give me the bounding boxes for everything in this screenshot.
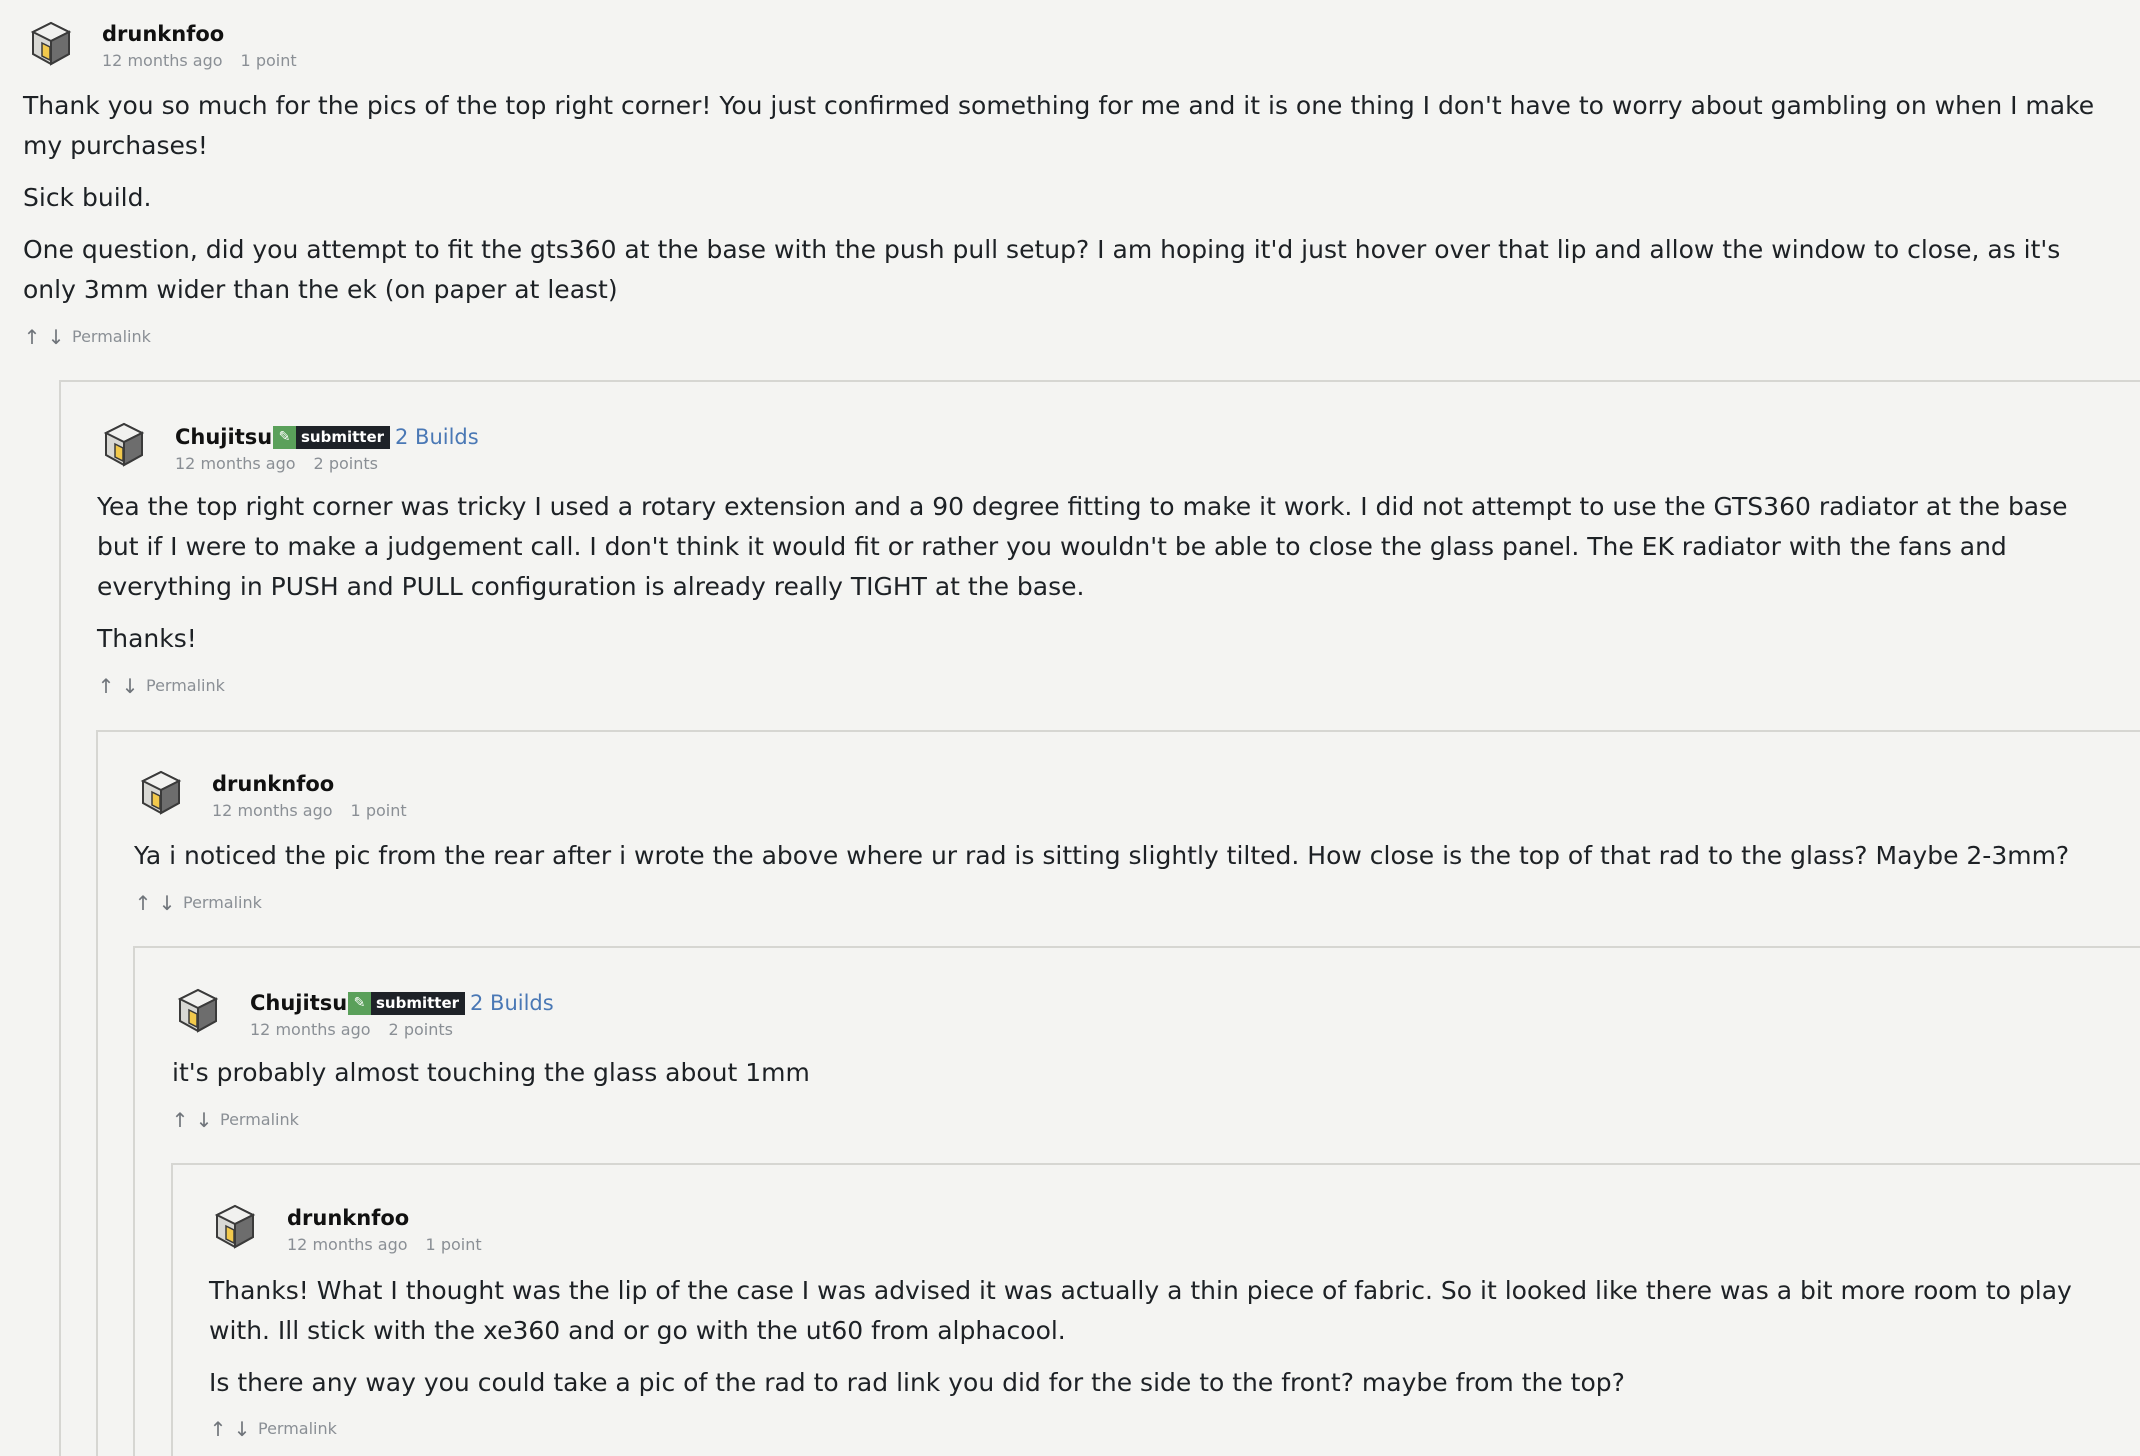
points: 1 point — [425, 1235, 482, 1254]
comment-paragraph: it's probably almost touching the glass … — [172, 1058, 810, 1087]
comment-paragraph: One question, did you attempt to fit the… — [23, 235, 2061, 304]
points: 1 point — [350, 801, 407, 820]
arrow-up-icon[interactable]: ↑ — [168, 1110, 192, 1130]
comment-paragraph: Yea the top right corner was tricky I us… — [97, 492, 2068, 601]
comment-body: it's probably almost touching the glass … — [172, 1053, 2122, 1105]
comment-paragraph: Thanks! — [97, 624, 197, 653]
comment-meta: 12 months ago 2 points — [250, 1020, 453, 1040]
pencil-icon: ✎ — [348, 992, 371, 1015]
username[interactable]: drunknfoo — [287, 1206, 409, 1230]
comment-paragraph: Is there any way you could take a pic of… — [209, 1368, 1625, 1397]
permalink-link[interactable]: Permalink — [220, 1110, 299, 1130]
submitter-badge: ✎ submitter — [348, 992, 466, 1015]
badge-label: submitter — [296, 426, 391, 449]
pencil-icon: ✎ — [273, 426, 296, 449]
timestamp: 12 months ago — [287, 1235, 408, 1254]
comment-meta: 12 months ago 1 point — [102, 51, 297, 71]
permalink-link[interactable]: Permalink — [146, 676, 225, 696]
comment-paragraph: Thanks! What I thought was the lip of th… — [209, 1276, 2072, 1345]
comment-actions: ↑ ↓ Permalink — [20, 327, 151, 347]
username[interactable]: drunknfoo — [212, 772, 334, 796]
timestamp: 12 months ago — [102, 51, 223, 70]
comment-body: Yea the top right corner was tricky I us… — [97, 487, 2107, 671]
comment-body: Thanks! What I thought was the lip of th… — [209, 1271, 2119, 1415]
comment-thread: drunknfoo 12 months ago 1 point Thank you… — [0, 0, 2140, 1456]
timestamp: 12 months ago — [250, 1020, 371, 1039]
comment-paragraph: Ya i noticed the pic from the rear after… — [134, 841, 2070, 870]
arrow-down-icon[interactable]: ↓ — [44, 327, 68, 347]
arrow-down-icon[interactable]: ↓ — [118, 676, 142, 696]
comment-meta: 12 months ago 2 points — [175, 454, 378, 474]
comment-body: Thank you so much for the pics of the to… — [23, 86, 2103, 322]
builds-link[interactable]: 2 Builds — [395, 425, 479, 449]
points: 2 points — [313, 454, 378, 473]
permalink-link[interactable]: Permalink — [258, 1419, 337, 1439]
timestamp: 12 months ago — [175, 454, 296, 473]
comment-body: Ya i noticed the pic from the rear after… — [134, 836, 2124, 888]
comment-meta: 12 months ago 1 point — [212, 801, 407, 821]
comment-actions: ↑ ↓ Permalink — [94, 676, 225, 696]
comment-actions: ↑ ↓ Permalink — [206, 1419, 337, 1439]
cube-avatar-icon[interactable] — [213, 1203, 257, 1251]
submitter-badge: ✎ submitter — [273, 426, 391, 449]
cube-avatar-icon[interactable] — [102, 421, 146, 469]
timestamp: 12 months ago — [212, 801, 333, 820]
comment-paragraph: Thank you so much for the pics of the to… — [23, 91, 2095, 160]
builds-link[interactable]: 2 Builds — [470, 991, 554, 1015]
arrow-down-icon[interactable]: ↓ — [155, 893, 179, 913]
comment-meta: 12 months ago 1 point — [287, 1235, 482, 1255]
points: 1 point — [240, 51, 297, 70]
username[interactable]: Chujitsu — [250, 991, 347, 1015]
cube-avatar-icon[interactable] — [139, 769, 183, 817]
arrow-up-icon[interactable]: ↑ — [94, 676, 118, 696]
arrow-up-icon[interactable]: ↑ — [20, 327, 44, 347]
points: 2 points — [388, 1020, 453, 1039]
comment-paragraph: Sick build. — [23, 183, 152, 212]
permalink-link[interactable]: Permalink — [72, 327, 151, 347]
comment-actions: ↑ ↓ Permalink — [131, 893, 262, 913]
username[interactable]: Chujitsu — [175, 425, 272, 449]
badge-label: submitter — [371, 992, 466, 1015]
arrow-up-icon[interactable]: ↑ — [206, 1419, 230, 1439]
arrow-down-icon[interactable]: ↓ — [230, 1419, 254, 1439]
arrow-up-icon[interactable]: ↑ — [131, 893, 155, 913]
permalink-link[interactable]: Permalink — [183, 893, 262, 913]
cube-avatar-icon[interactable] — [176, 987, 220, 1035]
comment-actions: ↑ ↓ Permalink — [168, 1110, 299, 1130]
arrow-down-icon[interactable]: ↓ — [192, 1110, 216, 1130]
cube-avatar-icon[interactable] — [29, 20, 73, 68]
username[interactable]: drunknfoo — [102, 22, 224, 46]
